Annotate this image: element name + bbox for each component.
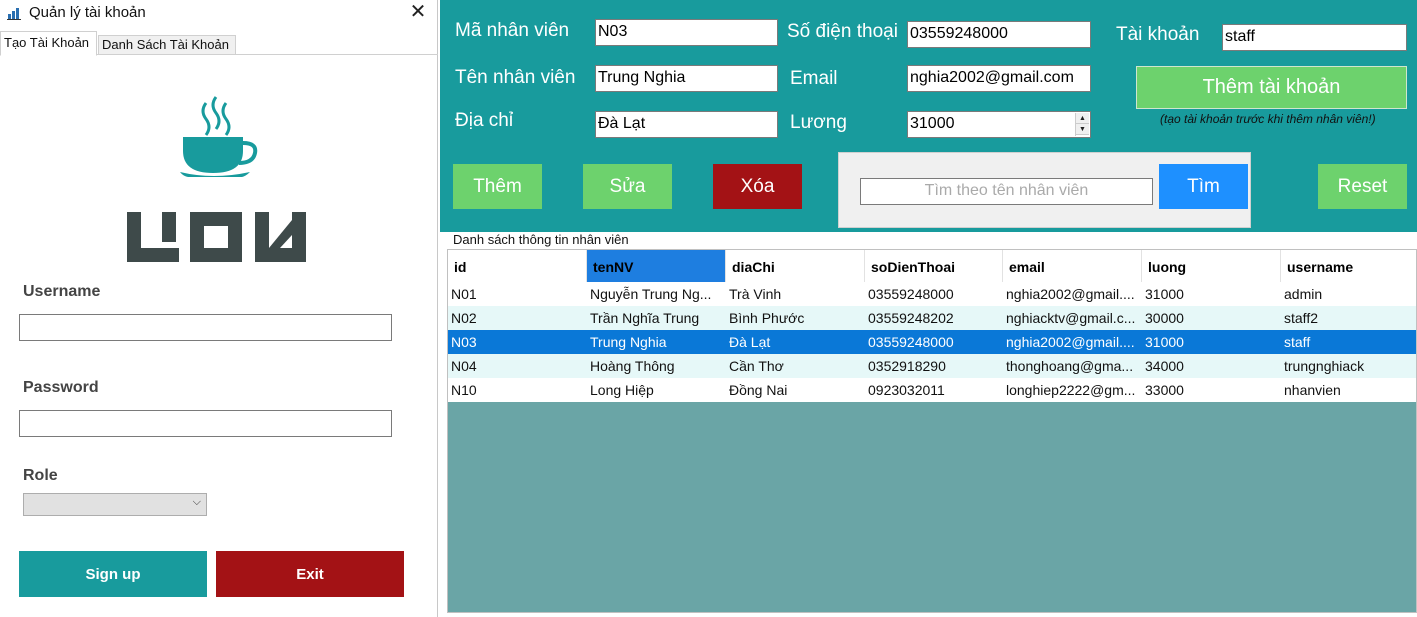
table-row[interactable]: N03 Trung Nghia Đà Lạt 03559248000 nghia2002… — [448, 330, 1416, 354]
address-label: Địa chỉ — [455, 110, 514, 131]
table-cell-luong: 31000 — [1145, 286, 1184, 302]
column-header-email[interactable]: email — [1003, 250, 1142, 282]
table-cell-tenNV: Trần Nghĩa Trung — [590, 310, 700, 326]
employee-window: Mã nhân viên N03 Tên nhân viên Trung Ngh… — [440, 0, 1417, 617]
table-cell-diaChi: Đồng Nai — [729, 382, 788, 398]
table-cell-id: N02 — [451, 310, 477, 326]
table-cell-email: thonghoang@gma... — [1006, 358, 1134, 374]
table-cell-tenNV: Long Hiệp — [590, 382, 654, 398]
salary-stepper[interactable]: 31000 ▲ ▼ — [907, 111, 1091, 138]
table-cell-soDienThoai: 0352918290 — [868, 358, 946, 374]
email-label: Email — [790, 68, 838, 89]
search-input[interactable]: Tìm theo tên nhân viên — [860, 178, 1153, 205]
table-header: id tenNV diaChi soDienThoai email luong userna… — [448, 250, 1416, 282]
title-bar: Quản lý tài khoản ✕ — [0, 0, 438, 30]
username-input[interactable] — [19, 314, 392, 341]
tab-strip: Tạo Tài Khoản Danh Sách Tài Khoản — [0, 31, 438, 56]
edit-button[interactable]: Sửa — [583, 164, 672, 209]
table-cell-diaChi: Cần Thơ — [729, 358, 784, 374]
search-button[interactable]: Tìm — [1159, 164, 1248, 209]
table-cell-tenNV: Nguyễn Trung Ng... — [590, 286, 712, 302]
account-window: Quản lý tài khoản ✕ Tạo Tài Khoản Danh S… — [0, 0, 438, 617]
tab-account-list[interactable]: Danh Sách Tài Khoản — [98, 35, 236, 55]
table-cell-soDienThoai: 03559248000 — [868, 286, 954, 302]
close-button[interactable]: ✕ — [406, 1, 430, 25]
table-cell-id: N03 — [451, 334, 477, 350]
add-button[interactable]: Thêm — [453, 164, 542, 209]
employee-list-label: Danh sách thông tin nhân viên — [453, 232, 629, 247]
chevron-down-icon[interactable]: ▼ — [1076, 124, 1089, 135]
table-row[interactable]: N01 Nguyễn Trung Ng... Trà Vinh 03559248000… — [448, 282, 1416, 306]
table-cell-luong: 34000 — [1145, 358, 1184, 374]
delete-button[interactable]: Xóa — [713, 164, 802, 209]
table-cell-luong: 33000 — [1145, 382, 1184, 398]
add-account-hint: (tạo tài khoản trước khi thêm nhân viên!… — [1160, 112, 1376, 126]
search-panel: Tìm theo tên nhân viên Tìm — [838, 152, 1251, 228]
table-cell-id: N04 — [451, 358, 477, 374]
table-cell-tenNV: Trung Nghia — [590, 334, 667, 350]
table-cell-id: N01 — [451, 286, 477, 302]
table-cell-username: staff2 — [1284, 310, 1318, 326]
table-cell-soDienThoai: 03559248202 — [868, 310, 954, 326]
salary-value: 31000 — [910, 115, 955, 132]
table-cell-tenNV: Hoàng Thông — [590, 358, 675, 374]
column-header-username[interactable]: username — [1281, 250, 1416, 282]
table-cell-username: admin — [1284, 286, 1323, 302]
table-cell-diaChi: Trà Vinh — [729, 286, 782, 302]
employee-name-label: Tên nhân viên — [455, 67, 576, 88]
column-header-tenNV[interactable]: tenNV — [587, 250, 726, 282]
table-cell-soDienThoai: 03559248000 — [868, 334, 954, 350]
chevron-up-icon[interactable]: ▲ — [1076, 113, 1089, 124]
table-row[interactable]: N04 Hoàng Thông Cần Thơ 0352918290 thonghoan… — [448, 354, 1416, 378]
column-header-soDienThoai[interactable]: soDienThoai — [865, 250, 1003, 282]
address-input[interactable]: Đà Lạt — [595, 111, 778, 138]
column-header-id[interactable]: id — [448, 250, 587, 282]
tab-create-account[interactable]: Tạo Tài Khoản — [0, 31, 97, 56]
column-header-diaChi[interactable]: diaChi — [726, 250, 865, 282]
employee-form: Mã nhân viên N03 Tên nhân viên Trung Ngh… — [440, 0, 1417, 232]
phone-label: Số điện thoại — [787, 21, 898, 42]
table-cell-diaChi: Đà Lạt — [729, 334, 771, 350]
add-account-button[interactable]: Thêm tài khoản — [1136, 66, 1407, 109]
table-cell-diaChi: Bình Phước — [729, 310, 805, 326]
chevron-down-icon: ⌵ — [192, 496, 201, 508]
employee-id-label: Mã nhân viên — [455, 20, 570, 41]
column-header-luong[interactable]: luong — [1142, 250, 1281, 282]
username-label: Username — [23, 283, 101, 300]
coffee-logo — [127, 96, 306, 262]
reset-button[interactable]: Reset — [1318, 164, 1407, 209]
phone-input[interactable]: 03559248000 — [907, 21, 1091, 48]
table-cell-email: nghiacktv@gmail.c... — [1006, 310, 1136, 326]
exit-button[interactable]: Exit — [216, 551, 404, 597]
table-cell-luong: 31000 — [1145, 334, 1184, 350]
table-cell-email: nghia2002@gmail.... — [1006, 334, 1135, 350]
password-label: Password — [23, 379, 99, 396]
table-cell-username: nhanvien — [1284, 382, 1341, 398]
account-input[interactable]: staff — [1222, 24, 1407, 51]
email-input[interactable]: nghia2002@gmail.com — [907, 65, 1091, 92]
employee-table[interactable]: id tenNV diaChi soDienThoai email luong userna… — [447, 249, 1417, 613]
table-cell-username: staff — [1284, 334, 1311, 350]
window-title: Quản lý tài khoản — [29, 4, 146, 21]
app-icon — [7, 8, 21, 20]
table-cell-email: longhiep2222@gm... — [1006, 382, 1136, 398]
salary-spinner[interactable]: ▲ ▼ — [1075, 113, 1089, 136]
table-cell-id: N10 — [451, 382, 477, 398]
salary-label: Lương — [790, 112, 847, 133]
signup-button[interactable]: Sign up — [19, 551, 207, 597]
employee-name-input[interactable]: Trung Nghia — [595, 65, 778, 92]
employee-id-input[interactable]: N03 — [595, 19, 778, 46]
account-label: Tài khoản — [1116, 24, 1200, 45]
table-row[interactable]: N02 Trần Nghĩa Trung Bình Phước 03559248202… — [448, 306, 1416, 330]
table-row[interactable]: N10 Long Hiệp Đồng Nai 0923032011 longhiep22… — [448, 378, 1416, 402]
steam-icon — [201, 96, 231, 136]
table-cell-username: trungnghiack — [1284, 358, 1365, 374]
role-dropdown[interactable]: ⌵ — [23, 493, 207, 516]
table-cell-soDienThoai: 0923032011 — [868, 382, 945, 398]
table-cell-luong: 30000 — [1145, 310, 1184, 326]
role-label: Role — [23, 467, 58, 484]
table-cell-email: nghia2002@gmail.... — [1006, 286, 1135, 302]
password-input[interactable] — [19, 410, 392, 437]
